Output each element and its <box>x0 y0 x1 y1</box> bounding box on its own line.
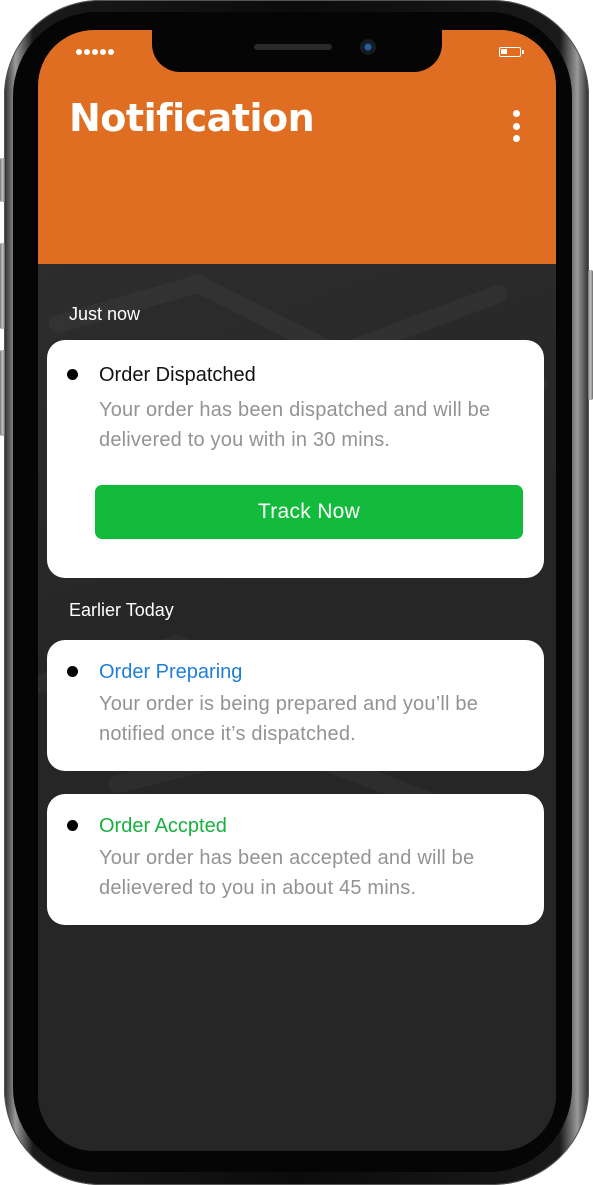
notification-list[interactable]: Just now Order Dispatched Your order has… <box>38 264 556 1151</box>
app-screen: Notification Just now Order Dispatched Y… <box>38 30 556 1151</box>
notification-title: Order Dispatched <box>99 364 256 386</box>
notification-title: Order Preparing <box>99 661 243 683</box>
speaker-grille <box>254 44 332 50</box>
notification-body: Your order has been dispatched and will … <box>99 399 491 451</box>
bullet-icon <box>67 666 78 677</box>
kebab-dot <box>512 110 520 117</box>
side-button-volume-up <box>0 243 5 329</box>
section-label-earlier-today: Earlier Today <box>69 600 174 620</box>
page-title: Notification <box>69 96 315 140</box>
kebab-dot <box>512 122 520 130</box>
signal-dots-icon <box>76 49 114 55</box>
notification-title: Order Accpted <box>99 815 227 837</box>
front-camera-icon <box>360 39 376 55</box>
battery-icon <box>499 47 524 57</box>
bullet-icon <box>67 369 78 380</box>
side-button-mute <box>0 158 5 202</box>
kebab-dot <box>512 135 520 142</box>
phone-mockup: Notification Just now Order Dispatched Y… <box>0 0 593 1185</box>
notification-card-dispatched[interactable]: Order Dispatched Your order has been dis… <box>47 340 544 578</box>
track-now-button[interactable]: Track Now <box>95 485 523 539</box>
side-button-power <box>588 270 593 400</box>
notification-body: Your order is being prepared and you’ll … <box>99 693 479 745</box>
section-label-just-now: Just now <box>69 304 141 324</box>
notification-card-accepted[interactable]: Order Accpted Your order has been accept… <box>47 794 544 925</box>
notification-card-preparing[interactable]: Order Preparing Your order is being prep… <box>47 640 544 771</box>
notch <box>152 30 442 72</box>
more-vertical-icon[interactable] <box>506 110 526 142</box>
bullet-icon <box>67 820 78 831</box>
notification-body: Your order has been accepted and will be… <box>99 847 475 899</box>
side-button-volume-down <box>0 350 5 436</box>
